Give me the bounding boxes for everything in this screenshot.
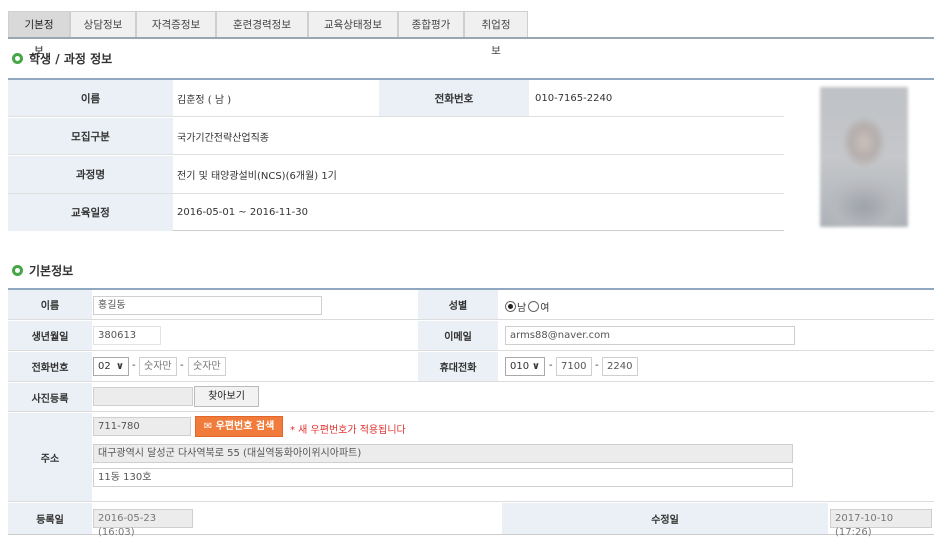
course-label: 과정명 — [8, 156, 173, 193]
student-photo — [820, 87, 908, 227]
address1-input[interactable]: 대구광역시 달성군 다사역북로 55 (대실역동화아이위시아파트) — [93, 444, 793, 463]
tab-employment[interactable]: 취업정보 — [464, 11, 528, 57]
section-student-course-title: 학생 / 과정 정보 — [12, 50, 112, 67]
row-period: 교육일정 2016-05-01 ~ 2016-11-30 — [8, 194, 784, 231]
row-recruit: 모집구분 국가기간전략산업직종 — [8, 118, 784, 155]
mod-date-input: 2017-10-10 (17:26) — [830, 509, 932, 538]
tab-certificates[interactable]: 자격증정보 — [136, 11, 216, 37]
tab-counseling[interactable]: 상담정보 — [70, 11, 136, 37]
course-value: 전기 및 태양광설비(NCS)(6개월) 1기 — [177, 171, 337, 182]
tel-area-value: 02 — [98, 361, 111, 372]
bullet-icon — [12, 265, 23, 276]
chevron-down-icon: ∨ — [531, 361, 540, 372]
mobile-prefix-value: 010 — [510, 361, 530, 372]
row-photo: 사진등록 찾아보기 — [8, 383, 934, 412]
mobile-dash-1: - — [549, 360, 553, 371]
reg-date-input: 2016-05-23 (16:03) — [93, 509, 193, 538]
mobile-dash-2: - — [595, 360, 599, 371]
tab-evaluation[interactable]: 종합평가 — [398, 11, 464, 37]
tab-training-history[interactable]: 훈련경력정보 — [216, 11, 308, 37]
photo-file-input[interactable] — [93, 387, 193, 406]
name-value: 김훈정 ( 남 ) — [177, 94, 232, 106]
row-name-gender: 이름 홍길동 성별 남 여 — [8, 290, 934, 320]
basic-name-label: 이름 — [8, 290, 92, 319]
mod-label: 수정일 — [502, 503, 828, 534]
tel-dash-1: - — [132, 360, 136, 371]
reg-label: 등록일 — [8, 503, 92, 534]
mobile-last-input[interactable]: 2240 — [602, 357, 638, 376]
email-label: 이메일 — [418, 321, 498, 350]
row-birth-email: 생년월일 380613 이메일 arms88@naver.com — [8, 321, 934, 351]
email-input[interactable]: arms88@naver.com — [505, 326, 795, 345]
gender-male-radio[interactable] — [505, 301, 516, 312]
birth-label: 생년월일 — [8, 321, 92, 350]
tel-dash-2: - — [180, 360, 184, 371]
tab-education-status[interactable]: 교육상태정보 — [308, 11, 398, 37]
zipcode-input[interactable]: 711-780 — [93, 417, 191, 436]
period-value: 2016-05-01 ~ 2016-11-30 — [177, 207, 308, 218]
tel-label: 전화번호 — [8, 352, 92, 381]
mobile-mid-input[interactable]: 7100 — [556, 357, 592, 376]
row-course: 과정명 전기 및 태양광설비(NCS)(6개월) 1기 — [8, 156, 784, 194]
gender-female-radio[interactable] — [528, 301, 540, 312]
find-file-button[interactable]: 찾아보기 — [194, 386, 259, 407]
recruit-label: 모집구분 — [8, 118, 173, 154]
period-label: 교육일정 — [8, 194, 173, 231]
photo-label: 사진등록 — [8, 383, 92, 411]
photo-area — [784, 80, 934, 231]
zip-search-icon: ✉ — [203, 421, 216, 432]
row-dates: 등록일 2016-05-23 (16:03) 수정일 2017-10-10 (1… — [8, 503, 934, 538]
phone-value: 010-7165-2240 — [535, 92, 613, 104]
row-name-phone: 이름 김훈정 ( 남 ) 전화번호 010-7165-2240 — [8, 80, 784, 117]
section-title-text: 기본정보 — [29, 264, 74, 278]
tab-basic-info[interactable]: 기본정보 — [8, 11, 70, 57]
name-label: 이름 — [8, 80, 173, 116]
gender-radio-group: 남 여 — [505, 299, 549, 314]
gender-female-text: 여 — [540, 303, 550, 314]
section-title-text: 학생 / 과정 정보 — [29, 52, 113, 66]
tel-last-input[interactable]: 숫자만 — [188, 357, 226, 376]
zip-warning: * 새 우편번호가 적용됩니다 — [290, 425, 406, 436]
row-tel-mobile: 전화번호 02 ∨ - 숫자만 - 숫자만 휴대전화 010 ∨ - 7100 … — [8, 352, 934, 382]
phone-label: 전화번호 — [379, 80, 529, 116]
section-basic-info-title: 기본정보 — [12, 262, 73, 279]
birth-input[interactable]: 380613 — [93, 326, 161, 345]
mobile-label: 휴대전화 — [418, 352, 498, 381]
zip-search-button[interactable]: ✉ 우편번호 검색 — [195, 416, 283, 437]
recruit-value: 국가기간전략산업직종 — [177, 132, 269, 144]
tel-mid-input[interactable]: 숫자만 — [139, 357, 177, 376]
bullet-icon — [12, 53, 23, 64]
address-label: 주소 — [8, 413, 92, 501]
basic-info-form: 이름 홍길동 성별 남 여 생년월일 380613 이메일 arms88@nav… — [8, 288, 934, 538]
gender-label: 성별 — [418, 290, 498, 319]
zip-search-text: 우편번호 검색 — [215, 421, 275, 432]
gender-male-text: 남 — [517, 303, 527, 314]
name-input[interactable]: 홍길동 — [93, 296, 322, 315]
row-address: 주소 711-780 ✉ 우편번호 검색 * 새 우편번호가 적용됩니다 대구광… — [8, 413, 934, 502]
tel-area-select[interactable]: 02 ∨ — [93, 357, 129, 376]
student-info-table: 이름 김훈정 ( 남 ) 전화번호 010-7165-2240 모집구분 국가기… — [8, 78, 934, 231]
mobile-prefix-select[interactable]: 010 ∨ — [505, 357, 545, 376]
address2-input[interactable]: 11동 130호 — [93, 468, 793, 487]
chevron-down-icon: ∨ — [115, 361, 124, 372]
tab-bar: 기본정보 상담정보 자격증정보 훈련경력정보 교육상태정보 종합평가 취업정보 — [8, 11, 934, 57]
